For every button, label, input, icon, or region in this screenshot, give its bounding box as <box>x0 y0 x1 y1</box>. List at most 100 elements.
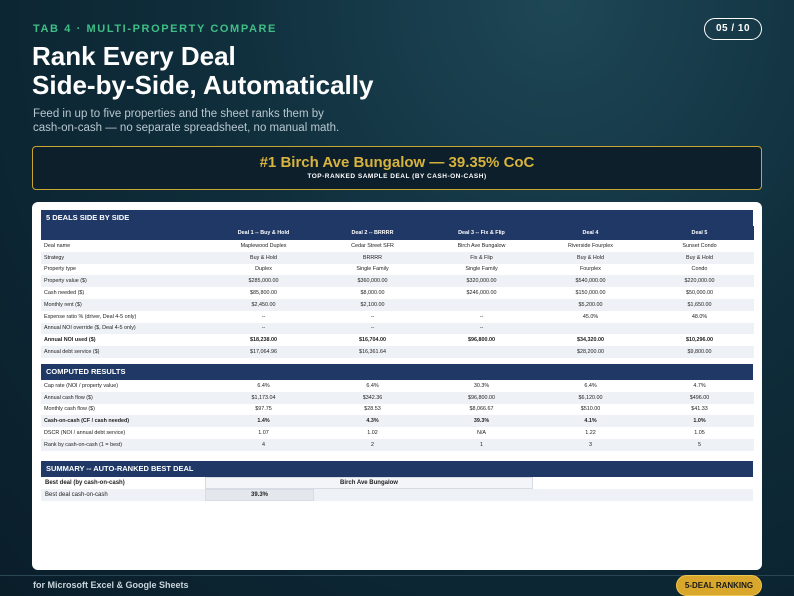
table-cell[interactable]: 6.4% <box>318 380 427 392</box>
table-cell[interactable]: $10,296.00 <box>645 334 754 346</box>
table-cell[interactable]: Fix & Flip <box>427 251 536 264</box>
table-cell[interactable]: -- <box>427 322 536 335</box>
table-cell[interactable]: $50,000.00 <box>645 287 754 299</box>
table-cell[interactable]: 2 <box>318 438 427 451</box>
table-cell[interactable]: $5,200.00 <box>536 298 645 311</box>
table-cell[interactable]: $96,800.00 <box>427 391 536 404</box>
table-cell[interactable]: $246,000.00 <box>427 287 536 299</box>
table-cell[interactable]: 45.0% <box>536 311 645 323</box>
table-cell[interactable] <box>427 346 536 358</box>
column-header: Deal 2 -- BRRRR <box>318 226 427 240</box>
table-cell[interactable]: $2,450.00 <box>209 298 318 311</box>
table-cell[interactable]: -- <box>318 311 427 323</box>
title-line-2: Side-by-Side, Automatically <box>32 70 374 100</box>
table-cell[interactable]: $16,361.64 <box>318 346 427 358</box>
table-cell[interactable]: 1.05 <box>645 427 754 439</box>
table-cell[interactable]: BRRRR <box>318 251 427 264</box>
table-cell[interactable]: $150,000.00 <box>536 287 645 299</box>
table-cell[interactable]: $285,000.00 <box>209 275 318 288</box>
table-cell[interactable]: 39.3% <box>427 415 536 428</box>
table-cell[interactable]: $496.00 <box>645 391 754 404</box>
table-cell[interactable]: $17,064.96 <box>209 346 318 358</box>
section-header-computed: COMPUTED RESULTS <box>41 363 753 380</box>
table-cell[interactable]: Buy & Hold <box>209 251 318 264</box>
table-cell[interactable]: 1 <box>427 438 536 451</box>
table-cell[interactable]: $6,120.00 <box>536 391 645 404</box>
table-cell[interactable]: $9,800.00 <box>645 346 754 358</box>
table-cell[interactable]: $41.33 <box>645 404 754 416</box>
table-cell[interactable]: Maplewood Duplex <box>209 240 318 252</box>
table-row: DSCR (NOI / annual debt service) 1.07 1.02… <box>41 427 754 439</box>
table-cell[interactable]: 4.1% <box>536 415 645 428</box>
table-cell[interactable]: 1.02 <box>318 427 427 439</box>
top-deal-caption: TOP-RANKED SAMPLE DEAL (BY CASH-ON-CASH) <box>307 173 487 180</box>
table-cell[interactable]: $97.75 <box>209 404 318 416</box>
table-cell[interactable]: 1.07 <box>209 427 318 439</box>
table-cell[interactable]: Buy & Hold <box>536 251 645 264</box>
row-label: Cap rate (NOI / property value) <box>44 382 119 389</box>
table-cell[interactable]: $34,320.00 <box>536 334 645 346</box>
subtitle: Feed in up to five properties and the sh… <box>33 107 363 135</box>
table-cell[interactable]: Sunset Condo <box>645 240 754 252</box>
table-cell[interactable]: 6.4% <box>536 380 645 392</box>
table-cell[interactable]: $1,650.00 <box>645 298 754 311</box>
spreadsheet-panel: 5 DEALS SIDE BY SIDE Deal 1 -- Buy & Hol… <box>32 202 762 570</box>
table-cell[interactable]: Duplex <box>209 264 318 276</box>
table-row: Annual NOI override ($, Deal 4-5 only) --… <box>41 322 754 335</box>
table-cell[interactable]: $85,800.00 <box>209 287 318 299</box>
row-label: Annual NOI used ($) <box>44 337 96 344</box>
table-cell[interactable]: 4.7% <box>645 380 754 392</box>
table-row: Annual debt service ($) $17,064.96 $16,361… <box>41 346 754 358</box>
table-cell[interactable] <box>645 322 754 335</box>
table-cell[interactable]: Birch Ave Bungalow <box>427 240 536 252</box>
table-cell[interactable]: $1,173.04 <box>209 391 318 404</box>
table-cell[interactable]: 3 <box>536 438 645 451</box>
table-cell[interactable]: -- <box>209 311 318 323</box>
table-cell[interactable]: $320,000.00 <box>427 275 536 288</box>
table-cell[interactable]: $8,000.00 <box>318 287 427 299</box>
table-cell[interactable]: $342.36 <box>318 391 427 404</box>
table-cell[interactable]: 30.3% <box>427 380 536 392</box>
table-cell[interactable]: $510.00 <box>536 404 645 416</box>
table-cell[interactable]: Condo <box>645 264 754 276</box>
table-cell[interactable]: $16,704.00 <box>318 334 427 346</box>
table-cell[interactable] <box>536 322 645 335</box>
table-cell[interactable]: Fourplex <box>536 264 645 276</box>
column-header: Deal 3 -- Fix & Flip <box>427 226 536 240</box>
summary-label: Best deal (by cash-on-cash) <box>45 479 125 486</box>
deals-table: Deal 1 -- Buy & Hold Deal 2 -- BRRRR Dea… <box>41 226 754 358</box>
table-cell[interactable]: 4 <box>209 438 318 451</box>
footer-divider <box>0 575 794 576</box>
table-cell[interactable]: 5 <box>645 438 754 451</box>
table-cell[interactable]: $96,800.00 <box>427 334 536 346</box>
table-cell[interactable]: 1.4% <box>209 415 318 428</box>
table-row: Monthly cash flow ($) $97.75 $28.53 $8,066.… <box>41 404 754 416</box>
table-cell[interactable]: 48.0% <box>645 311 754 323</box>
table-cell[interactable]: $220,000.00 <box>645 275 754 288</box>
table-cell[interactable]: $28.53 <box>318 404 427 416</box>
row-label: Property type <box>44 266 77 273</box>
table-cell[interactable]: $540,000.00 <box>536 275 645 288</box>
table-cell[interactable]: $18,238.00 <box>209 334 318 346</box>
table-cell[interactable]: $360,000.00 <box>318 275 427 288</box>
table-cell[interactable]: 4.3% <box>318 415 427 428</box>
summary-value-cell[interactable]: Birch Ave Bungalow <box>205 476 533 489</box>
table-cell[interactable] <box>427 298 536 311</box>
top-deal-banner: #1 Birch Ave Bungalow — 39.35% CoC TOP-R… <box>32 146 762 190</box>
table-cell[interactable]: $28,200.00 <box>536 346 645 358</box>
table-cell[interactable]: $8,066.67 <box>427 404 536 416</box>
table-cell[interactable]: 6.4% <box>209 380 318 392</box>
table-cell[interactable]: Riverside Fourplex <box>536 240 645 252</box>
table-cell[interactable]: -- <box>427 311 536 323</box>
table-cell[interactable]: -- <box>209 322 318 335</box>
table-cell[interactable]: -- <box>318 322 427 335</box>
table-cell[interactable]: 1.0% <box>645 415 754 428</box>
table-cell[interactable]: Single Family <box>427 264 536 276</box>
table-cell[interactable]: 1.22 <box>536 427 645 439</box>
table-cell[interactable]: N/A <box>427 427 536 439</box>
table-cell[interactable]: Buy & Hold <box>645 251 754 264</box>
table-cell[interactable]: Single Family <box>318 264 427 276</box>
table-cell[interactable]: $2,100.00 <box>318 298 427 311</box>
summary-value-cell[interactable]: 39.3% <box>205 488 314 501</box>
table-cell[interactable]: Cedar Street SFR <box>318 240 427 252</box>
